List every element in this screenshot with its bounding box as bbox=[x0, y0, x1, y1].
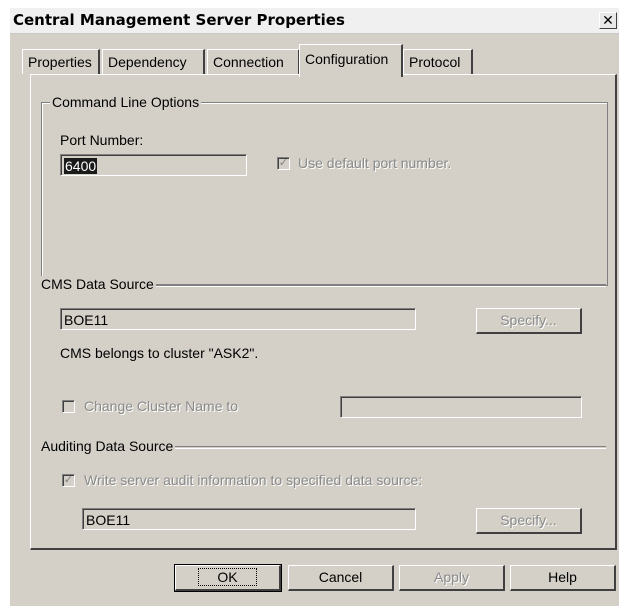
use-default-port-checkbox[interactable]: ✓ bbox=[277, 157, 290, 170]
auditing-data-source-input[interactable]: BOE11 bbox=[82, 508, 416, 530]
tab-properties[interactable]: Properties bbox=[22, 49, 100, 74]
configuration-panel: Command Line Options Port Number: 6400 ✓… bbox=[30, 74, 617, 550]
change-cluster-checkbox[interactable] bbox=[62, 400, 75, 413]
port-number-value: 6400 bbox=[64, 158, 98, 174]
change-cluster-label: Change Cluster Name to bbox=[84, 398, 239, 414]
use-default-port-label: Use default port number. bbox=[298, 155, 452, 171]
help-button[interactable]: Help bbox=[510, 565, 616, 591]
auditing-data-source-value: BOE11 bbox=[86, 512, 131, 528]
auditing-specify-button[interactable]: Specify... bbox=[476, 508, 582, 534]
dialog-title: Central Management Server Properties bbox=[13, 11, 345, 29]
port-number-input[interactable]: 6400 bbox=[60, 154, 247, 176]
ok-button[interactable]: OK bbox=[174, 564, 282, 592]
cms-data-source-group: CMS Data Source bbox=[39, 276, 606, 292]
cms-data-source-value: BOE11 bbox=[64, 312, 109, 328]
command-line-group-label: Command Line Options bbox=[50, 94, 202, 110]
properties-dialog: Central Management Server Properties ✕ P… bbox=[10, 8, 619, 606]
tab-protocol[interactable]: Protocol bbox=[403, 49, 473, 74]
write-audit-label: Write server audit information to specif… bbox=[84, 472, 423, 488]
tab-connection[interactable]: Connection bbox=[207, 49, 300, 74]
change-cluster-input[interactable] bbox=[340, 396, 582, 418]
cms-specify-button[interactable]: Specify... bbox=[476, 308, 582, 334]
cancel-button[interactable]: Cancel bbox=[288, 565, 394, 591]
apply-button[interactable]: Apply bbox=[399, 565, 505, 591]
auditing-group-label: Auditing Data Source bbox=[39, 438, 176, 454]
tab-dependency[interactable]: Dependency bbox=[102, 49, 205, 74]
ok-button-label: OK bbox=[198, 568, 257, 586]
cms-cluster-text: CMS belongs to cluster "ASK2". bbox=[60, 345, 259, 361]
port-number-label: Port Number: bbox=[60, 132, 144, 148]
cms-data-source-input[interactable]: BOE11 bbox=[60, 308, 416, 330]
command-line-group: Command Line Options bbox=[41, 94, 608, 286]
write-audit-checkbox[interactable]: ✓ bbox=[62, 474, 75, 487]
auditing-group: Auditing Data Source bbox=[39, 438, 606, 454]
tab-configuration[interactable]: Configuration bbox=[299, 44, 403, 77]
cms-data-source-group-label: CMS Data Source bbox=[39, 276, 156, 292]
close-icon[interactable]: ✕ bbox=[599, 12, 617, 29]
title-bar[interactable]: Central Management Server Properties ✕ bbox=[10, 8, 619, 34]
